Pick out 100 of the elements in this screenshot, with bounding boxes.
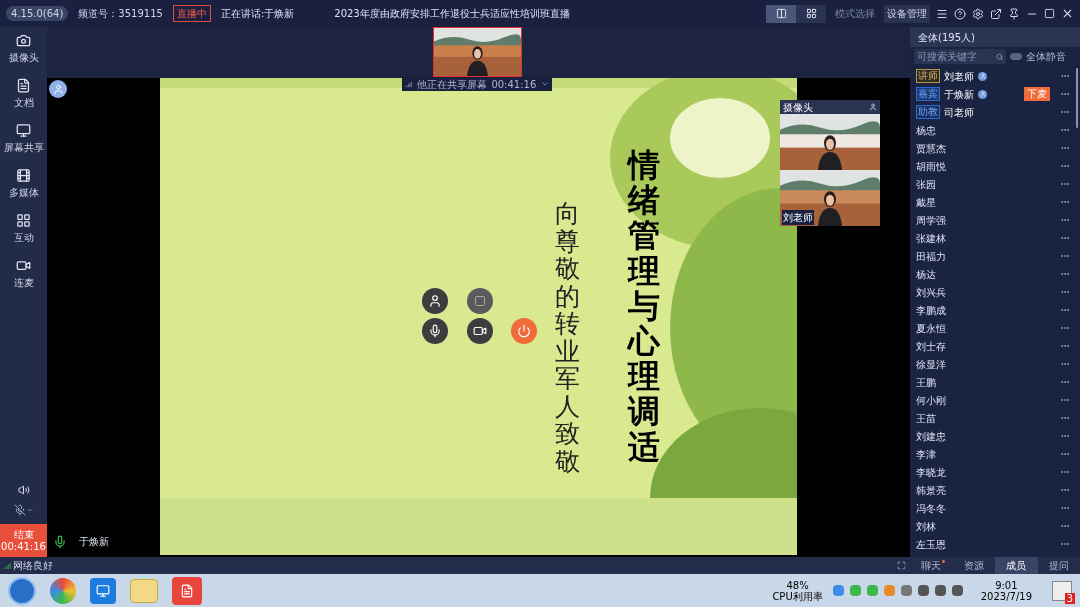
mute-all-toggle[interactable] — [1010, 53, 1022, 60]
member-row[interactable]: 左玉恩 — [916, 535, 1070, 553]
member-name: 李津 — [916, 447, 936, 462]
signal-icon — [405, 80, 412, 88]
document-icon — [16, 78, 31, 93]
member-row[interactable]: 夏永恒 — [916, 319, 1070, 337]
caret-icon[interactable] — [541, 80, 549, 88]
member-name: 贾慧杰 — [916, 141, 946, 156]
member-row[interactable]: 李鹏成 — [916, 301, 1070, 319]
video-camera-icon — [472, 324, 487, 338]
member-row[interactable]: 王鹏 — [916, 373, 1070, 391]
sidebar-tool[interactable]: 摄像头 — [8, 33, 39, 78]
pin-icon[interactable] — [1008, 7, 1020, 20]
member-row[interactable]: 徐显洋 — [916, 355, 1070, 373]
member-row[interactable]: 李津 — [916, 445, 1070, 463]
member-name: 夏永恒 — [916, 321, 946, 336]
search-icon[interactable] — [995, 52, 1003, 61]
close-icon[interactable] — [1061, 7, 1074, 20]
member-row[interactable]: 张园 — [916, 175, 1070, 193]
member-row[interactable]: 刘士存 — [916, 337, 1070, 355]
panel-tab[interactable]: 提问 — [1037, 557, 1080, 574]
square-icon — [473, 295, 486, 307]
member-row[interactable]: 李晓龙 — [916, 463, 1070, 481]
signal-icon — [3, 561, 11, 570]
member-name: 司老师 — [944, 105, 974, 120]
monitor-icon — [16, 123, 31, 138]
layout-button[interactable] — [766, 4, 796, 23]
microphone-icon — [428, 324, 442, 338]
member-row[interactable]: 戴星 — [916, 193, 1070, 211]
member-name: 张园 — [916, 177, 936, 192]
panel-tab[interactable]: 资源 — [952, 557, 995, 574]
member-row[interactable]: 刘建忠 — [916, 427, 1070, 445]
member-row[interactable]: 张建林 — [916, 229, 1070, 247]
member-row[interactable]: 刘林 — [916, 517, 1070, 535]
member-row[interactable]: 刘兴兵 — [916, 283, 1070, 301]
member-name: 刘老师 — [944, 69, 974, 84]
user-icon — [428, 294, 442, 308]
sidebar-tool[interactable]: 多媒体 — [8, 168, 39, 213]
member-name: 徐显洋 — [916, 357, 946, 372]
columns-icon — [775, 8, 787, 19]
slide-title: 情绪管理与心理调适 — [628, 148, 660, 465]
member-row[interactable]: 韩景亮 — [916, 481, 1070, 499]
floating-video-header: 摄像头 — [783, 100, 813, 115]
members-header: 全体(195人) — [910, 27, 1080, 47]
help-icon[interactable] — [954, 7, 966, 20]
maximize-icon[interactable] — [1044, 8, 1055, 19]
panel-tab[interactable]: 成员 — [995, 557, 1038, 574]
sidebar-tool[interactable]: 文档 — [13, 78, 34, 123]
member-row[interactable]: 贾慧杰 — [916, 139, 1070, 157]
member-row[interactable]: 王苗 — [916, 409, 1070, 427]
channel-number: 频道号：3519115 — [78, 7, 163, 21]
fullscreen-icon[interactable] — [897, 561, 906, 570]
notification-button[interactable]: 3 — [1052, 580, 1072, 601]
speaking-microphone-icon — [53, 534, 67, 549]
member-name: 刘兴兵 — [916, 285, 946, 300]
member-name: 韩景亮 — [916, 483, 946, 498]
sidebar-tool[interactable]: 屏幕共享 — [3, 123, 44, 168]
clock-time: 9:01 — [995, 579, 1018, 591]
app-icon[interactable] — [90, 577, 116, 604]
sidebar-tool[interactable]: 互动 — [13, 213, 34, 258]
member-row[interactable]: 讲师 刘老师 — [916, 67, 1070, 85]
search-field[interactable]: 可搜索关键字 — [914, 49, 1006, 64]
member-row[interactable]: 助教 司老师 — [916, 103, 1070, 121]
settings-icon[interactable] — [972, 7, 984, 20]
role-tag: 嘉宾 — [916, 87, 940, 101]
scrollbar[interactable] — [1076, 68, 1078, 128]
member-row[interactable]: 冯冬冬 — [916, 499, 1070, 517]
film-icon — [16, 168, 31, 183]
member-name: 杨忠 — [916, 123, 936, 138]
member-row[interactable]: 杨忠 — [916, 121, 1070, 139]
thumbnail-label: 他正在共享屏幕 — [416, 77, 487, 92]
notification-count: 3 — [1064, 592, 1075, 604]
speaker-name: 于焕新 — [79, 535, 109, 549]
member-row[interactable]: 胡雨悦 — [916, 157, 1070, 175]
caret-icon[interactable] — [25, 506, 34, 514]
member-row[interactable]: 田福力 — [916, 247, 1070, 265]
device-button[interactable]: 设备管理 — [884, 4, 930, 23]
start-button[interactable] — [8, 576, 36, 605]
member-name: 于焕新 — [944, 87, 974, 102]
slide-subtitle: 向尊敬的转业军人致敬 — [555, 200, 580, 475]
member-row[interactable]: 杨达 — [916, 265, 1070, 283]
user-icon[interactable] — [869, 103, 877, 111]
sidebar-tool[interactable]: 连麦 — [13, 258, 34, 303]
speaker-icon[interactable] — [17, 484, 30, 496]
speaking-status: 正在讲话:于焕新 — [220, 7, 295, 21]
role-tag: 讲师 — [916, 69, 940, 83]
tray-icons-drawing[interactable] — [832, 585, 963, 596]
app-icon[interactable] — [172, 576, 202, 605]
network-status: 网络良好 — [12, 559, 54, 573]
popout-icon[interactable] — [990, 7, 1002, 20]
member-row[interactable]: 周学强 — [916, 211, 1070, 229]
microphone-off-icon[interactable] — [13, 504, 26, 516]
end-button[interactable]: 结束 00:41:16 — [0, 524, 47, 557]
app-icon[interactable] — [50, 577, 76, 604]
member-row[interactable]: 何小刚 — [916, 391, 1070, 409]
member-row[interactable]: 嘉宾 于焕新 下麦 — [916, 85, 1070, 103]
version-badge: 4.15.0(64) — [6, 6, 69, 21]
panel-tab[interactable]: 聊天 — [910, 557, 953, 574]
live-badge: 直播中 — [172, 5, 211, 22]
menu-icon[interactable] — [936, 7, 948, 20]
